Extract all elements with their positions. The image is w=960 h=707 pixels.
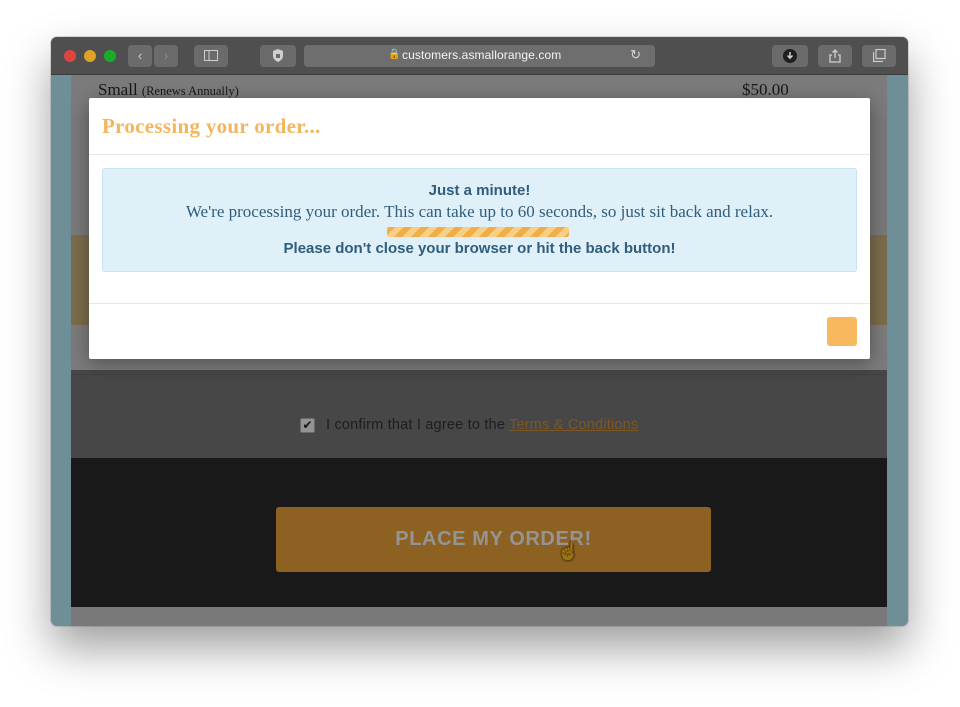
terms-checkbox[interactable]: ✔ bbox=[300, 418, 315, 433]
browser-toolbar: ‹ › 🔒 customers.asmallorange.com ↻ bbox=[51, 37, 908, 75]
progress-bar-fill bbox=[387, 227, 569, 237]
back-button[interactable]: ‹ bbox=[128, 45, 152, 67]
chevron-left-icon: ‹ bbox=[137, 48, 143, 63]
modal-footer-button[interactable] bbox=[827, 317, 857, 346]
privacy-report-button[interactable] bbox=[260, 45, 296, 67]
privacy-icon bbox=[273, 49, 283, 62]
reload-icon[interactable]: ↻ bbox=[630, 47, 641, 63]
address-bar[interactable]: 🔒 customers.asmallorange.com ↻ bbox=[304, 45, 655, 67]
sidebar-toggle-button[interactable] bbox=[194, 45, 228, 67]
progress-bar bbox=[387, 227, 569, 237]
modal-header: Processing your order... bbox=[89, 98, 870, 155]
modal-title: Processing your order... bbox=[102, 114, 321, 138]
info-heading: Just a minute! bbox=[428, 182, 531, 199]
info-message: We're processing your order. This can ta… bbox=[185, 202, 774, 221]
downloads-button[interactable] bbox=[772, 45, 808, 67]
info-warning: Please don't close your browser or hit t… bbox=[283, 240, 676, 257]
url-text: customers.asmallorange.com bbox=[402, 48, 562, 62]
sidebar-icon bbox=[204, 50, 218, 61]
share-button[interactable] bbox=[818, 45, 852, 67]
processing-modal: Processing your order... Just a minute! … bbox=[89, 98, 870, 359]
forward-button[interactable]: › bbox=[154, 45, 178, 67]
pointer-cursor-icon: ☝ bbox=[557, 541, 580, 561]
terms-confirmation: I confirm that I agree to the Terms & Co… bbox=[326, 417, 638, 433]
place-order-button[interactable]: PLACE MY ORDER! bbox=[276, 507, 711, 572]
tabs-icon bbox=[872, 48, 886, 63]
chevron-right-icon: › bbox=[163, 48, 169, 63]
modal-footer bbox=[89, 303, 870, 359]
download-icon bbox=[783, 49, 797, 63]
processing-info-box: Just a minute! We're processing your ord… bbox=[102, 168, 857, 272]
share-icon bbox=[829, 49, 841, 63]
show-tabs-button[interactable] bbox=[862, 45, 896, 67]
lock-icon: 🔒 bbox=[388, 49, 401, 60]
close-window-button[interactable] bbox=[64, 50, 76, 62]
minimize-window-button[interactable] bbox=[84, 50, 96, 62]
confirm-label: I confirm that I agree to the bbox=[326, 417, 506, 433]
maximize-window-button[interactable] bbox=[104, 50, 116, 62]
terms-link[interactable]: Terms & Conditions bbox=[509, 417, 638, 433]
